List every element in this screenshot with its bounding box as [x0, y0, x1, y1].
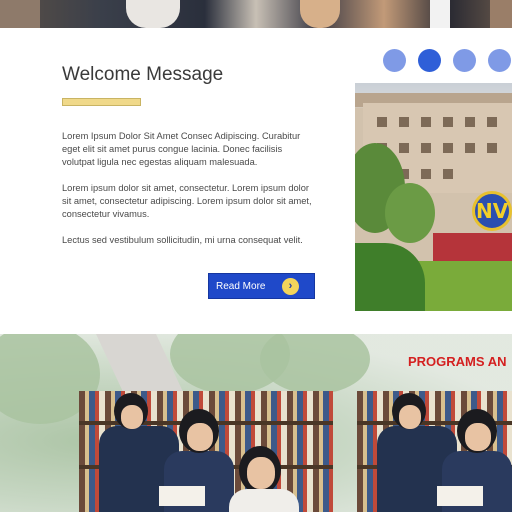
welcome-paragraph-3: Lectus sed vestibulum sollicitudin, mi u… — [62, 235, 303, 245]
title-underline — [62, 98, 141, 106]
shrubs — [355, 243, 425, 311]
hero-image-segment — [0, 0, 40, 28]
window — [377, 117, 387, 127]
window — [443, 143, 453, 153]
chevron-right-icon: › — [282, 278, 299, 295]
student-shirt — [229, 489, 299, 512]
hero-image-segment — [126, 0, 180, 28]
window — [399, 117, 409, 127]
hero-image-segment — [430, 0, 450, 28]
programs-title: PROGRAMS AN — [408, 354, 507, 369]
window — [443, 169, 453, 179]
read-more-button[interactable]: Read More › — [208, 273, 315, 299]
student-face — [187, 423, 213, 451]
campus-photo: NV — [355, 83, 512, 311]
hero-image-segment — [300, 0, 340, 28]
tree — [385, 183, 435, 243]
hero-image-strip — [0, 0, 512, 28]
window — [421, 143, 431, 153]
window — [399, 143, 409, 153]
read-more-label: Read More — [216, 280, 266, 292]
welcome-section: Welcome Message Lorem Ipsum Dolor Sit Am… — [0, 28, 512, 334]
student-face — [465, 423, 491, 451]
book — [437, 486, 483, 506]
student-face — [121, 405, 143, 429]
student-face — [247, 457, 275, 489]
programs-section: PROGRAMS AN — [0, 334, 512, 512]
window — [421, 169, 431, 179]
welcome-paragraph-2: Lorem ipsum dolor sit amet, consectetur.… — [62, 183, 312, 219]
slider-dots — [383, 49, 512, 73]
welcome-title: Welcome Message — [62, 64, 224, 85]
window — [421, 117, 431, 127]
book — [159, 486, 205, 506]
slider-dot-2[interactable] — [418, 49, 441, 72]
slider-dot-1[interactable] — [383, 49, 406, 72]
window — [443, 117, 453, 127]
slider-dot-3[interactable] — [453, 49, 476, 72]
welcome-paragraph-1: Lorem Ipsum Dolor Sit Amet Consec Adipis… — [62, 131, 301, 167]
logo-sign-text: NV — [476, 199, 509, 223]
slider-dot-4[interactable] — [488, 49, 511, 72]
student-face — [399, 405, 421, 429]
window — [487, 117, 497, 127]
hero-image-segment — [490, 0, 512, 28]
window — [465, 117, 475, 127]
window — [487, 143, 497, 153]
program-card-1[interactable] — [79, 391, 333, 512]
window — [465, 143, 475, 153]
program-card-2[interactable] — [357, 391, 512, 512]
